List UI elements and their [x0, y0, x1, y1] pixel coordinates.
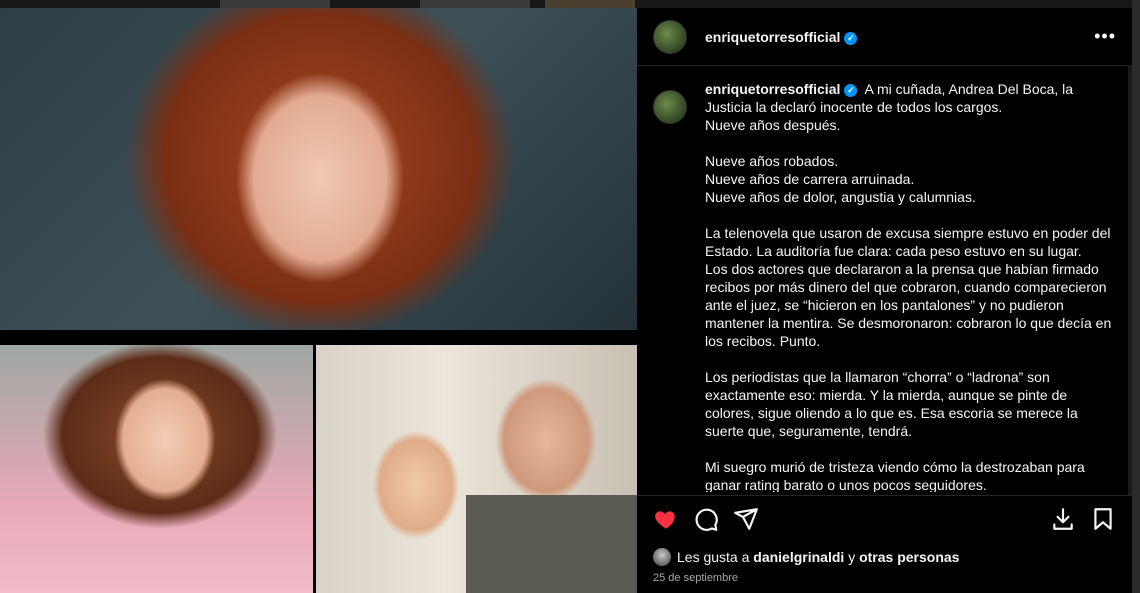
caption-avatar[interactable] — [653, 90, 687, 124]
caption-username-link[interactable]: enriquetorresofficial ✓ — [705, 81, 858, 97]
likes-prefix: Les gusta a — [677, 549, 750, 565]
post-actions: Les gusta a danielgrinaldi y otras perso… — [637, 495, 1132, 584]
caption-paragraph: Mi suegro murió de tristeza viendo cómo … — [705, 459, 1085, 492]
photo-detail — [466, 495, 637, 593]
liker-username-link[interactable]: danielgrinaldi — [753, 549, 844, 565]
background-thumbnail — [220, 0, 330, 8]
background-thumbnail — [420, 0, 530, 8]
post-caption: enriquetorresofficial ✓ A mi cuñada, Andr… — [705, 80, 1120, 492]
verified-badge-icon: ✓ — [844, 84, 858, 97]
caption-paragraph: Nueve años robados. Nueve años de carrer… — [705, 153, 976, 205]
heart-icon[interactable] — [653, 506, 679, 532]
caption-paragraph: La telenovela que usaron de excusa siemp… — [705, 225, 1112, 349]
comments-area: enriquetorresofficial ✓ A mi cuñada, Andr… — [653, 80, 1120, 492]
photo-portrait-redhead — [0, 8, 637, 330]
comment-icon[interactable] — [693, 506, 719, 532]
post-sidebar: enriquetorresofficial ✓ ••• enriquetorres… — [637, 8, 1132, 593]
photo-couple — [316, 345, 637, 593]
photo-telephone-woman — [0, 345, 313, 593]
caption-paragraph: Los periodistas que la llamaron “chorra”… — [705, 369, 1078, 439]
avatar[interactable] — [653, 19, 687, 54]
bookmark-icon[interactable] — [1090, 506, 1116, 532]
likes-middle: y — [848, 549, 856, 565]
other-likers-link[interactable]: otras personas — [859, 549, 959, 565]
post-date[interactable]: 25 de septiembre — [637, 572, 1132, 584]
post-media[interactable] — [0, 8, 637, 593]
send-icon[interactable] — [733, 506, 759, 532]
likes-summary: Les gusta a danielgrinaldi y otras perso… — [637, 548, 1132, 566]
more-options-icon[interactable]: ••• — [1094, 26, 1116, 47]
background-column — [1132, 0, 1140, 593]
action-bar — [637, 506, 1132, 532]
download-icon[interactable] — [1050, 506, 1076, 532]
post-header: enriquetorresofficial ✓ ••• — [637, 8, 1132, 66]
liker-avatar[interactable] — [653, 548, 671, 566]
comments-scrollbar[interactable] — [1128, 65, 1132, 495]
username-link[interactable]: enriquetorresofficial ✓ — [705, 29, 858, 45]
verified-badge-icon: ✓ — [844, 31, 858, 45]
background-thumbnail — [545, 0, 635, 8]
